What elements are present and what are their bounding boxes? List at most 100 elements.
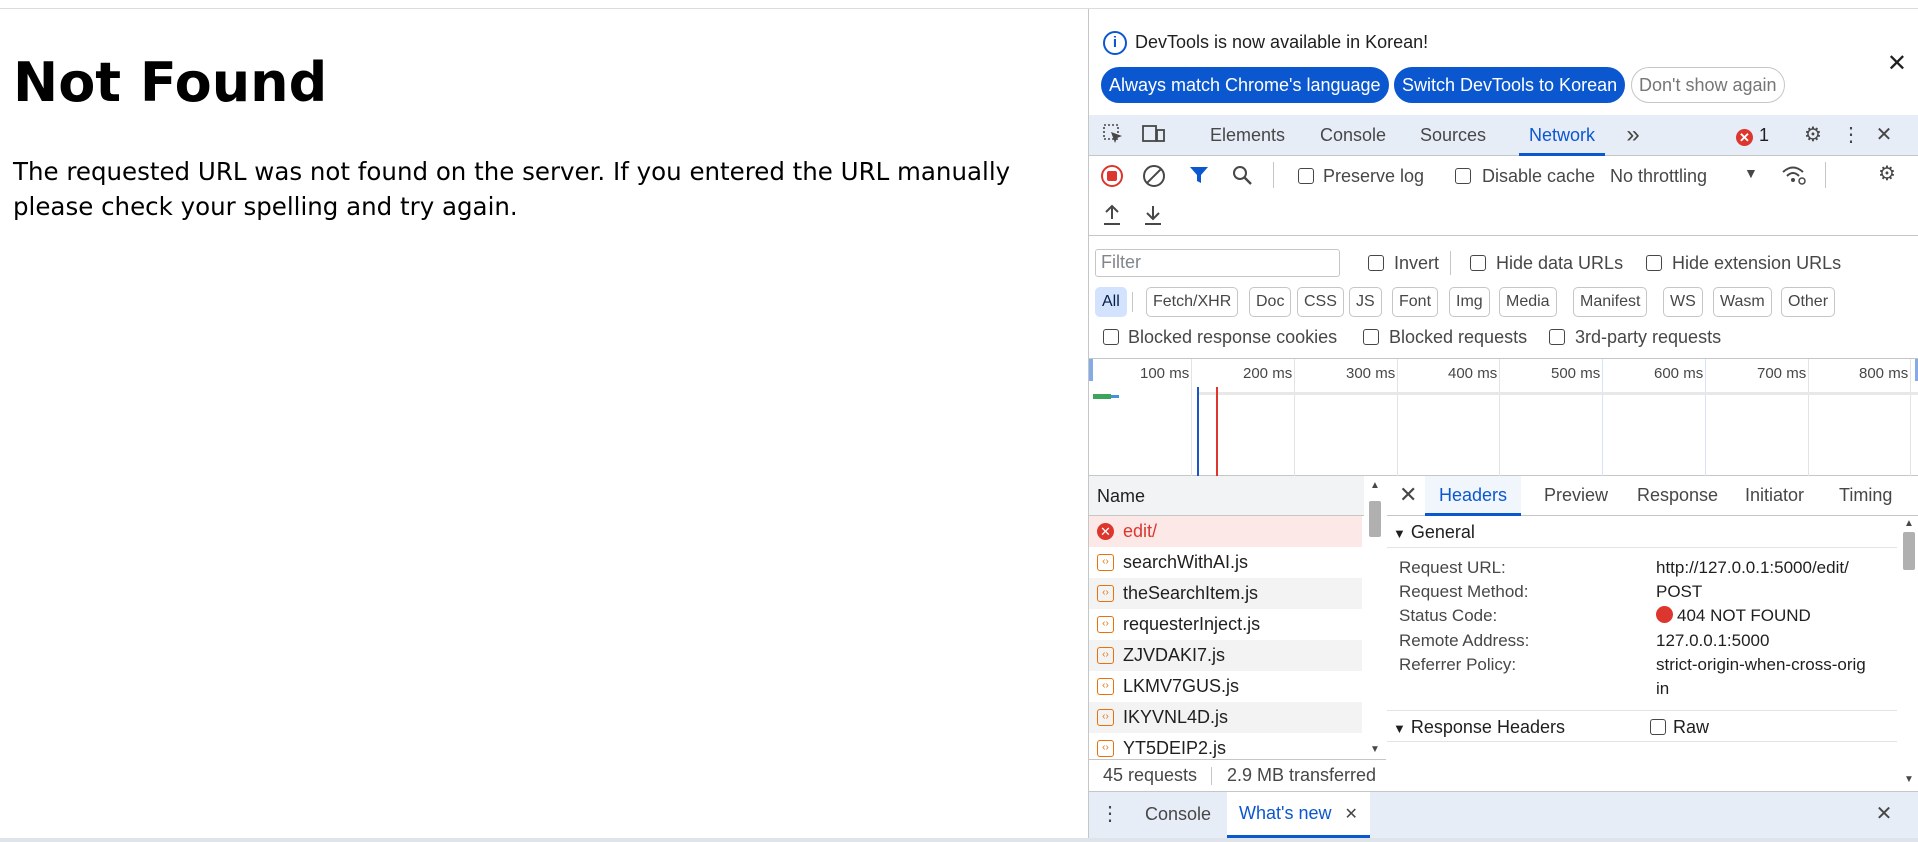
type-filter-all[interactable]: All	[1095, 287, 1127, 317]
filter-icon[interactable]	[1188, 164, 1210, 191]
inspect-element-icon[interactable]	[1101, 123, 1125, 147]
filter-input[interactable]: Filter	[1095, 249, 1340, 277]
blocked-requests-checkbox[interactable]	[1363, 329, 1379, 345]
devtools-tabbar: Elements Console Sources Network » ✕ 1 ⚙…	[1089, 115, 1918, 156]
request-row[interactable]: ‹› YT5DEIP2.js	[1089, 733, 1362, 759]
blocked-response-cookies-checkbox[interactable]	[1103, 329, 1119, 345]
request-method-key: Request Method:	[1399, 582, 1529, 601]
type-filter-manifest[interactable]: Manifest	[1573, 287, 1648, 317]
type-filter-ws[interactable]: WS	[1663, 287, 1703, 317]
divider	[1132, 292, 1133, 312]
scroll-up-icon[interactable]: ▲	[1904, 518, 1914, 529]
type-filter-css[interactable]: CSS	[1297, 287, 1344, 317]
remote-address-key: Remote Address:	[1399, 631, 1530, 650]
scrollbar-thumb[interactable]	[1369, 501, 1381, 537]
tab-timing[interactable]: Timing	[1839, 476, 1892, 516]
script-file-icon: ‹›	[1097, 740, 1114, 757]
device-toolbar-icon[interactable]	[1142, 123, 1166, 147]
request-url-value: http://127.0.0.1:5000/edit/	[1656, 558, 1849, 577]
tick-line	[1499, 359, 1500, 476]
dom-content-loaded-line	[1197, 387, 1199, 476]
general-section-header[interactable]: ▼ General	[1387, 516, 1897, 548]
request-row[interactable]: ‹› theSearchItem.js	[1089, 578, 1362, 609]
request-method-value: POST	[1656, 582, 1703, 601]
whats-new-label: What's new	[1239, 803, 1332, 823]
preserve-log-checkbox[interactable]	[1298, 168, 1314, 184]
close-tab-icon[interactable]: ✕	[1345, 806, 1358, 823]
throttling-select[interactable]: No throttling	[1610, 166, 1707, 187]
network-overview[interactable]: 100 ms 200 ms 300 ms 400 ms 500 ms 600 m…	[1089, 359, 1918, 476]
hide-data-urls-checkbox[interactable]	[1470, 255, 1486, 271]
request-row[interactable]: ‹› ZJVDAKI7.js	[1089, 640, 1362, 671]
name-column-header[interactable]: Name	[1089, 476, 1386, 516]
close-banner-icon[interactable]: ✕	[1887, 49, 1907, 78]
drawer-tab-whats-new[interactable]: What's new ✕	[1227, 792, 1370, 838]
record-stop-icon[interactable]	[1101, 165, 1123, 187]
tab-console[interactable]: Console	[1320, 115, 1386, 156]
clear-icon[interactable]	[1143, 165, 1165, 187]
invert-checkbox[interactable]	[1368, 255, 1384, 271]
blocked-requests-label: Blocked requests	[1389, 327, 1528, 347]
match-language-button[interactable]: Always match Chrome's language	[1101, 67, 1389, 103]
scroll-down-icon[interactable]: ▼	[1370, 744, 1380, 755]
tab-response[interactable]: Response	[1637, 476, 1718, 516]
request-row[interactable]: ‹› searchWithAI.js	[1089, 547, 1362, 578]
raw-checkbox[interactable]	[1650, 719, 1666, 735]
kebab-menu-icon[interactable]: ⋮	[1839, 123, 1863, 147]
type-filter-media[interactable]: Media	[1499, 287, 1557, 317]
drawer-menu-icon[interactable]: ⋮	[1098, 802, 1122, 826]
request-row[interactable]: ‹› LKMV7GUS.js	[1089, 671, 1362, 702]
type-filter-doc[interactable]: Doc	[1249, 287, 1292, 317]
tab-headers[interactable]: Headers	[1425, 476, 1522, 516]
request-list-scrollbar[interactable]: ▲ ▼	[1364, 476, 1386, 791]
request-name: theSearchItem.js	[1123, 583, 1259, 603]
error-count[interactable]: 1	[1759, 125, 1769, 146]
overview-left-handle[interactable]	[1089, 359, 1093, 381]
type-filter-other[interactable]: Other	[1781, 287, 1836, 317]
type-filter-font[interactable]: Font	[1392, 287, 1439, 317]
chevron-down-icon[interactable]: ▼	[1744, 165, 1758, 181]
filter-bar: Filter Invert Hide data URLs Hide extens…	[1089, 236, 1918, 359]
switch-to-korean-button[interactable]: Switch DevTools to Korean	[1394, 67, 1626, 103]
import-har-icon[interactable]	[1101, 203, 1123, 232]
tick-label: 600 ms	[1654, 365, 1704, 382]
error-icon[interactable]: ✕	[1736, 129, 1753, 146]
response-headers-section-header[interactable]: ▼ Response Headers Raw	[1387, 710, 1897, 742]
search-icon[interactable]	[1231, 164, 1253, 191]
network-conditions-icon[interactable]	[1781, 164, 1807, 191]
hide-extension-urls-checkbox[interactable]	[1646, 255, 1662, 271]
close-devtools-icon[interactable]: ✕	[1872, 123, 1896, 147]
type-filter-img[interactable]: Img	[1449, 287, 1490, 317]
third-party-requests-checkbox[interactable]	[1549, 329, 1565, 345]
page-message: The requested URL was not found on the s…	[13, 157, 1011, 221]
invert-label: Invert	[1394, 253, 1440, 273]
request-row[interactable]: ‹› requesterInject.js	[1089, 609, 1362, 640]
request-row-edit[interactable]: ✕ edit/	[1089, 516, 1362, 547]
tick-label: 100 ms	[1140, 365, 1190, 382]
browser-top-edge	[0, 0, 1918, 9]
scrollbar-thumb[interactable]	[1903, 532, 1915, 570]
request-row[interactable]: ‹› IKYVNL4D.js	[1089, 702, 1362, 733]
tab-elements[interactable]: Elements	[1210, 115, 1285, 156]
close-detail-icon[interactable]: ✕	[1399, 482, 1417, 508]
disable-cache-checkbox[interactable]	[1455, 168, 1471, 184]
export-har-icon[interactable]	[1142, 203, 1164, 232]
detail-scrollbar[interactable]: ▲ ▼	[1899, 516, 1918, 791]
tick-label: 800 ms	[1859, 365, 1909, 382]
scroll-down-icon[interactable]: ▼	[1904, 774, 1914, 785]
drawer-tab-console[interactable]: Console	[1145, 792, 1211, 838]
tab-network[interactable]: Network	[1519, 115, 1606, 156]
script-file-icon: ‹›	[1097, 678, 1114, 695]
more-tabs-icon[interactable]: »	[1621, 123, 1645, 147]
gear-icon[interactable]: ⚙	[1801, 123, 1825, 147]
network-settings-icon[interactable]: ⚙	[1875, 162, 1899, 186]
type-filter-wasm[interactable]: Wasm	[1713, 287, 1772, 317]
close-drawer-icon[interactable]: ✕	[1872, 802, 1896, 826]
type-filter-js[interactable]: JS	[1349, 287, 1382, 317]
dont-show-again-button[interactable]: Don't show again	[1631, 67, 1785, 103]
tab-sources[interactable]: Sources	[1420, 115, 1486, 156]
scroll-up-icon[interactable]: ▲	[1370, 480, 1380, 491]
tab-preview[interactable]: Preview	[1544, 476, 1608, 516]
tab-initiator[interactable]: Initiator	[1745, 476, 1804, 516]
type-filter-fetch-xhr[interactable]: Fetch/XHR	[1146, 287, 1239, 317]
